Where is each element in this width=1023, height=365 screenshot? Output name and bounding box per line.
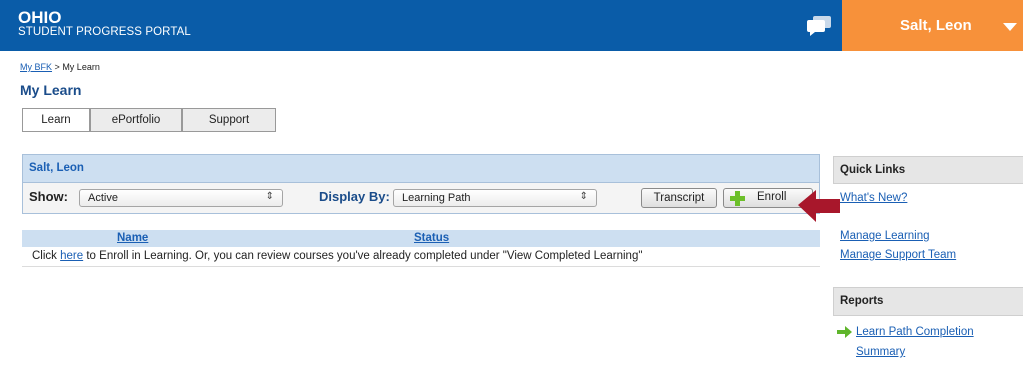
show-label: Show: (29, 189, 68, 204)
message-prefix: Click (32, 250, 57, 262)
column-header-status[interactable]: Status (414, 232, 449, 244)
display-by-select[interactable]: Learning Path ⇕ (393, 189, 597, 207)
show-select[interactable]: Active ⇕ (79, 189, 283, 207)
enroll-label: Enroll (757, 191, 787, 203)
display-by-label: Display By: (319, 189, 390, 204)
link-whats-new[interactable]: What's New? (840, 192, 907, 204)
user-name: Salt, Leon (900, 17, 972, 34)
user-menu[interactable]: Salt, Leon (842, 0, 1023, 51)
results-table: Name Status Click here to Enroll in Lear… (22, 230, 820, 267)
breadcrumb-separator: > (54, 62, 60, 72)
link-manage-support-team[interactable]: Manage Support Team (840, 249, 956, 261)
tab-bar: Learn ePortfolio Support (22, 108, 276, 131)
plus-icon (730, 191, 745, 206)
quick-links-box: Quick Links (833, 156, 1023, 184)
select-arrows-icon: ⇕ (265, 191, 274, 202)
link-manage-learning[interactable]: Manage Learning (840, 230, 930, 242)
panel-toolbar: Show: Active ⇕ Display By: Learning Path… (23, 183, 819, 213)
link-learn-path-completion[interactable]: Learn Path Completion (856, 326, 974, 338)
chevron-down-icon (1003, 23, 1017, 31)
column-header-name[interactable]: Name (117, 232, 148, 244)
tab-learn[interactable]: Learn (22, 108, 90, 131)
brand-subtitle: STUDENT PROGRESS PORTAL (18, 26, 191, 38)
empty-message-row: Click here to Enroll in Learning. Or, yo… (22, 247, 820, 267)
link-summary[interactable]: Summary (856, 346, 905, 358)
brand-logo[interactable]: OHIO STUDENT PROGRESS PORTAL (18, 9, 191, 39)
panel-title: Salt, Leon (23, 155, 819, 183)
breadcrumb-current: My Learn (62, 62, 100, 72)
quick-links-title: Quick Links (840, 164, 906, 176)
top-bar: OHIO STUDENT PROGRESS PORTAL Salt, Leon (0, 0, 1023, 51)
learning-panel: Salt, Leon Show: Active ⇕ Display By: Le… (22, 154, 820, 214)
tab-support[interactable]: Support (182, 108, 276, 131)
chat-bubbles-icon[interactable] (806, 15, 832, 37)
tab-eportfolio[interactable]: ePortfolio (90, 108, 182, 131)
brand-title: OHIO (18, 8, 62, 27)
tab-divider (22, 131, 276, 132)
display-by-select-value: Learning Path (402, 192, 471, 204)
select-arrows-icon: ⇕ (579, 191, 588, 202)
reports-title: Reports (840, 295, 884, 307)
green-arrow-icon (837, 326, 852, 338)
breadcrumb: My BFK > My Learn (20, 62, 100, 72)
reports-box: Reports (833, 287, 1023, 316)
show-select-value: Active (88, 192, 118, 204)
page-title: My Learn (20, 82, 82, 98)
breadcrumb-link-my-bfk[interactable]: My BFK (20, 62, 52, 72)
transcript-button[interactable]: Transcript (641, 188, 717, 208)
message-suffix: to Enroll in Learning. Or, you can revie… (86, 250, 643, 262)
results-header: Name Status (22, 230, 820, 247)
red-arrow-annotation (798, 190, 840, 222)
enroll-here-link[interactable]: here (60, 250, 83, 262)
